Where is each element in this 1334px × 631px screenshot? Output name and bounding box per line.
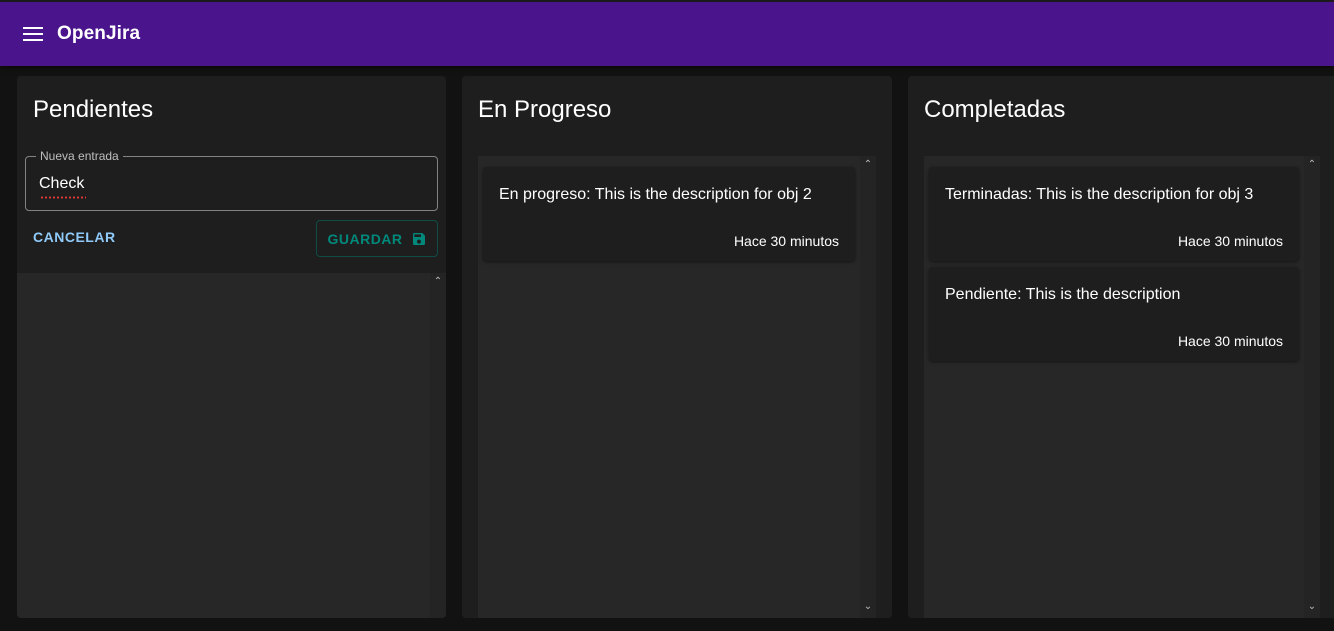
- app-title: OpenJira: [57, 23, 141, 44]
- save-button[interactable]: GUARDAR: [316, 220, 438, 257]
- in-progress-scrollbar[interactable]: ⌃ ⌄: [860, 156, 876, 618]
- cancel-button[interactable]: CANCELAR: [33, 229, 116, 245]
- chevron-up-icon[interactable]: ⌃: [433, 277, 443, 287]
- column-finished: Completadas Terminadas: This is the desc…: [908, 76, 1334, 618]
- entry-time: Hace 30 minutos: [733, 233, 839, 249]
- spellcheck-underline: [40, 196, 86, 199]
- entry-card[interactable]: Pendiente: This is the description Hace …: [929, 267, 1299, 361]
- pending-entry-list: [17, 273, 430, 618]
- entry-description: En progreso: This is the description for…: [499, 186, 812, 203]
- new-entry-field[interactable]: Nueva entrada: [25, 149, 438, 211]
- entry-time: Hace 30 minutos: [1177, 333, 1283, 349]
- column-title: Pendientes: [33, 96, 154, 123]
- new-entry-label: Nueva entrada: [36, 149, 123, 163]
- column-title: En Progreso: [478, 96, 612, 123]
- entry-time: Hace 30 minutos: [1177, 233, 1283, 249]
- finished-entry-list: Terminadas: This is the description for …: [924, 156, 1304, 618]
- entry-description: Terminadas: This is the description for …: [945, 186, 1254, 203]
- entry-card[interactable]: En progreso: This is the description for…: [483, 167, 855, 261]
- pending-scrollbar[interactable]: ⌃: [430, 273, 446, 618]
- chevron-up-icon[interactable]: ⌃: [1307, 160, 1317, 170]
- chevron-down-icon[interactable]: ⌄: [863, 602, 873, 612]
- menu-icon[interactable]: [23, 27, 43, 41]
- entry-card[interactable]: Terminadas: This is the description for …: [929, 167, 1299, 261]
- chevron-down-icon[interactable]: ⌄: [1307, 602, 1317, 612]
- save-icon: [412, 232, 425, 245]
- entry-description: Pendiente: This is the description: [945, 286, 1181, 303]
- column-pending: Pendientes Nueva entrada CANCELAR GUARDA…: [17, 76, 446, 618]
- save-button-label: GUARDAR: [327, 230, 403, 247]
- finished-scrollbar[interactable]: ⌃ ⌄: [1304, 156, 1320, 618]
- new-entry-input[interactable]: [39, 175, 419, 193]
- column-in-progress: En Progreso En progreso: This is the des…: [462, 76, 892, 618]
- chevron-up-icon[interactable]: ⌃: [863, 160, 873, 170]
- in-progress-entry-list: En progreso: This is the description for…: [478, 156, 860, 618]
- app-bar: OpenJira: [0, 0, 1334, 66]
- column-title: Completadas: [924, 96, 1066, 123]
